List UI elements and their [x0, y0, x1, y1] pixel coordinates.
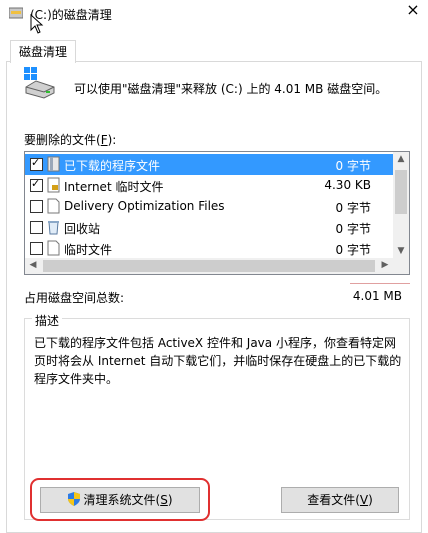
checkbox[interactable] [30, 221, 43, 234]
scrollbar-corner [393, 258, 409, 274]
checkbox[interactable] [30, 156, 43, 171]
scroll-up-icon[interactable]: ▲ [393, 154, 409, 164]
list-item[interactable]: 回收站 0 字节 [25, 217, 393, 238]
disk-cleanup-icon [9, 7, 23, 19]
file-size: 0 字节 [335, 201, 371, 215]
vertical-scrollbar[interactable]: ▲ ▼ [393, 152, 409, 258]
drive-icon [24, 67, 55, 99]
file-size: 0 字节 [335, 159, 371, 173]
file-icon [47, 240, 60, 256]
checkbox[interactable] [30, 200, 43, 213]
file-name: Internet 临时文件 [64, 180, 164, 194]
scroll-down-icon[interactable]: ▼ [393, 246, 409, 256]
scroll-right-icon[interactable]: ▶ [377, 260, 393, 270]
list-item[interactable]: Delivery Optimization Files 0 字节 [25, 196, 393, 217]
checkbox[interactable] [30, 242, 43, 255]
horizontal-scrollbar[interactable]: ◀ ▶ [25, 258, 393, 274]
list-item[interactable]: 临时文件 0 字节 [25, 238, 393, 259]
scrollbar-thumb[interactable] [43, 260, 375, 272]
annotation-line [350, 283, 410, 284]
shield-icon [67, 492, 80, 506]
file-name: 回收站 [64, 222, 101, 236]
description-title: 描述 [32, 312, 63, 329]
scrollbar-thumb[interactable] [395, 170, 407, 214]
list-item[interactable]: Internet 临时文件 4.30 KB [25, 175, 393, 196]
checkbox[interactable] [30, 177, 43, 192]
tab-disk-cleanup[interactable]: 磁盘清理 [10, 40, 76, 63]
list-item[interactable]: 已下载的程序文件 0 字节 [25, 154, 393, 175]
mouse-cursor-icon [30, 14, 44, 34]
title-bar: (C:)的磁盘清理 × [0, 0, 428, 30]
file-size: 0 字节 [335, 243, 371, 257]
file-icon [47, 198, 60, 214]
file-size: 0 字节 [335, 222, 371, 236]
close-button[interactable]: × [402, 0, 424, 22]
lock-file-icon [47, 177, 60, 193]
folder-icon [47, 156, 60, 172]
file-name: 已下载的程序文件 [64, 159, 161, 173]
description-text: 已下载的程序文件包括 ActiveX 控件和 Java 小程序，你查看特定网页时… [34, 336, 402, 386]
scroll-left-icon[interactable]: ◀ [25, 260, 41, 270]
file-size: 4.30 KB [324, 178, 371, 192]
files-label: 要删除的文件(F): [24, 133, 117, 147]
clean-system-files-button[interactable]: 清理系统文件(S) [40, 487, 200, 513]
recycle-bin-icon [48, 221, 59, 235]
info-text: 可以使用"磁盘清理"来释放 (C:) 上的 4.01 MB 磁盘空间。 [74, 82, 388, 96]
total-label: 占用磁盘空间总数: [24, 291, 125, 305]
file-name: Delivery Optimization Files [64, 199, 225, 213]
file-list[interactable]: 已下载的程序文件 0 字节 Internet 临时文件 4.30 KB Deli… [24, 151, 410, 275]
file-name: 临时文件 [64, 243, 113, 257]
view-files-button[interactable]: 查看文件(V) [281, 487, 399, 513]
total-value: 4.01 MB [352, 289, 402, 303]
